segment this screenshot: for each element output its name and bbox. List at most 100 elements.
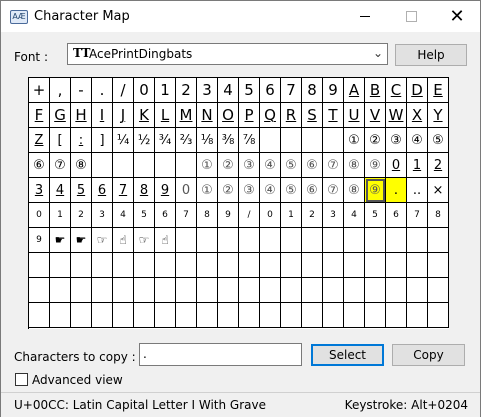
char-cell[interactable] bbox=[386, 228, 407, 253]
char-cell[interactable] bbox=[302, 128, 323, 153]
char-cell[interactable] bbox=[302, 253, 323, 278]
char-cell[interactable]: 3 bbox=[92, 203, 113, 228]
char-cell[interactable]: ⑦ bbox=[50, 153, 71, 178]
char-cell[interactable]: ③ bbox=[239, 153, 260, 178]
char-cell[interactable]: ☝ bbox=[155, 228, 176, 253]
char-cell[interactable]: ¼ bbox=[113, 128, 134, 153]
char-cell[interactable] bbox=[155, 278, 176, 303]
char-cell[interactable]: 2 bbox=[176, 78, 197, 103]
char-cell[interactable]: .. bbox=[407, 178, 428, 203]
char-cell[interactable]: A bbox=[344, 78, 365, 103]
char-cell[interactable] bbox=[155, 303, 176, 328]
char-cell[interactable] bbox=[281, 278, 302, 303]
char-cell[interactable]: 4 bbox=[218, 78, 239, 103]
char-cell[interactable]: , bbox=[50, 78, 71, 103]
char-cell[interactable]: 0 bbox=[134, 78, 155, 103]
copy-button[interactable]: Copy bbox=[392, 344, 465, 366]
select-button[interactable]: Select bbox=[311, 344, 384, 366]
char-cell[interactable]: ④ bbox=[407, 128, 428, 153]
char-cell[interactable] bbox=[323, 128, 344, 153]
char-cell[interactable] bbox=[176, 153, 197, 178]
char-cell[interactable] bbox=[428, 303, 449, 328]
char-cell[interactable]: U bbox=[344, 103, 365, 128]
char-cell[interactable]: 5 bbox=[365, 203, 386, 228]
char-cell[interactable]: . bbox=[92, 78, 113, 103]
char-cell[interactable]: F bbox=[29, 103, 50, 128]
char-cell[interactable]: 1 bbox=[50, 203, 71, 228]
char-cell[interactable]: 6 bbox=[155, 203, 176, 228]
char-cell[interactable] bbox=[302, 303, 323, 328]
char-cell[interactable] bbox=[260, 303, 281, 328]
char-cell[interactable] bbox=[113, 253, 134, 278]
title-bar[interactable]: AÆ Character Map ✕ bbox=[1, 1, 480, 32]
char-cell[interactable]: ③ bbox=[239, 178, 260, 203]
char-cell[interactable] bbox=[344, 278, 365, 303]
char-cell[interactable]: ⑤ bbox=[428, 128, 449, 153]
char-cell[interactable] bbox=[260, 278, 281, 303]
char-cell[interactable] bbox=[365, 303, 386, 328]
char-cell[interactable] bbox=[365, 253, 386, 278]
char-cell[interactable]: ⑥ bbox=[302, 153, 323, 178]
char-cell[interactable]: 4 bbox=[344, 203, 365, 228]
char-cell[interactable] bbox=[281, 303, 302, 328]
char-cell[interactable] bbox=[407, 228, 428, 253]
char-cell[interactable] bbox=[260, 228, 281, 253]
char-cell[interactable]: 0 bbox=[386, 153, 407, 178]
char-cell[interactable]: 1 bbox=[155, 78, 176, 103]
char-cell[interactable]: L bbox=[155, 103, 176, 128]
char-cell[interactable]: Q bbox=[260, 103, 281, 128]
char-cell[interactable]: 3 bbox=[197, 78, 218, 103]
char-cell[interactable] bbox=[344, 228, 365, 253]
char-cell[interactable] bbox=[50, 253, 71, 278]
char-cell[interactable]: Y bbox=[428, 103, 449, 128]
char-cell[interactable]: 0 bbox=[260, 203, 281, 228]
char-cell[interactable] bbox=[197, 228, 218, 253]
char-cell[interactable] bbox=[50, 278, 71, 303]
char-cell[interactable] bbox=[302, 228, 323, 253]
char-cell[interactable]: ½ bbox=[134, 128, 155, 153]
help-button[interactable]: Help bbox=[395, 44, 467, 66]
char-cell[interactable] bbox=[92, 253, 113, 278]
char-cell[interactable]: 0 bbox=[176, 178, 197, 203]
char-cell[interactable] bbox=[197, 278, 218, 303]
char-cell[interactable]: S bbox=[302, 103, 323, 128]
char-cell[interactable]: V bbox=[365, 103, 386, 128]
char-cell[interactable]: T bbox=[323, 103, 344, 128]
char-cell[interactable] bbox=[176, 253, 197, 278]
char-cell[interactable] bbox=[407, 303, 428, 328]
char-cell[interactable] bbox=[50, 303, 71, 328]
char-cell[interactable] bbox=[260, 253, 281, 278]
char-cell[interactable] bbox=[218, 228, 239, 253]
char-cell[interactable] bbox=[428, 253, 449, 278]
char-cell[interactable]: 1 bbox=[281, 203, 302, 228]
char-cell[interactable] bbox=[29, 253, 50, 278]
char-cell[interactable]: 6 bbox=[260, 78, 281, 103]
advanced-view-checkbox[interactable] bbox=[15, 373, 28, 386]
char-cell[interactable]: ③ bbox=[386, 128, 407, 153]
char-cell[interactable] bbox=[71, 303, 92, 328]
char-cell[interactable]: O bbox=[218, 103, 239, 128]
char-cell[interactable] bbox=[218, 278, 239, 303]
char-cell[interactable]: 9 bbox=[218, 203, 239, 228]
char-cell[interactable] bbox=[239, 303, 260, 328]
char-cell[interactable] bbox=[407, 253, 428, 278]
char-cell[interactable]: 8 bbox=[302, 78, 323, 103]
minimize-button[interactable] bbox=[342, 1, 388, 32]
char-cell[interactable] bbox=[155, 253, 176, 278]
char-cell[interactable]: : bbox=[71, 128, 92, 153]
char-cell[interactable]: ② bbox=[365, 128, 386, 153]
char-cell[interactable] bbox=[386, 278, 407, 303]
font-dropdown[interactable]: TT AcePrintDingbats ⌄ bbox=[67, 43, 388, 65]
char-cell[interactable] bbox=[344, 303, 365, 328]
char-cell[interactable]: ⑧ bbox=[344, 178, 365, 203]
char-cell[interactable]: Z bbox=[29, 128, 50, 153]
char-cell[interactable]: × bbox=[428, 178, 449, 203]
char-cell[interactable] bbox=[134, 153, 155, 178]
char-cell[interactable]: ② bbox=[218, 178, 239, 203]
char-cell[interactable] bbox=[386, 303, 407, 328]
char-cell[interactable]: 0 bbox=[29, 203, 50, 228]
char-cell[interactable]: K bbox=[134, 103, 155, 128]
char-cell[interactable] bbox=[176, 278, 197, 303]
char-cell[interactable]: 2 bbox=[428, 153, 449, 178]
char-cell[interactable]: ⅞ bbox=[239, 128, 260, 153]
